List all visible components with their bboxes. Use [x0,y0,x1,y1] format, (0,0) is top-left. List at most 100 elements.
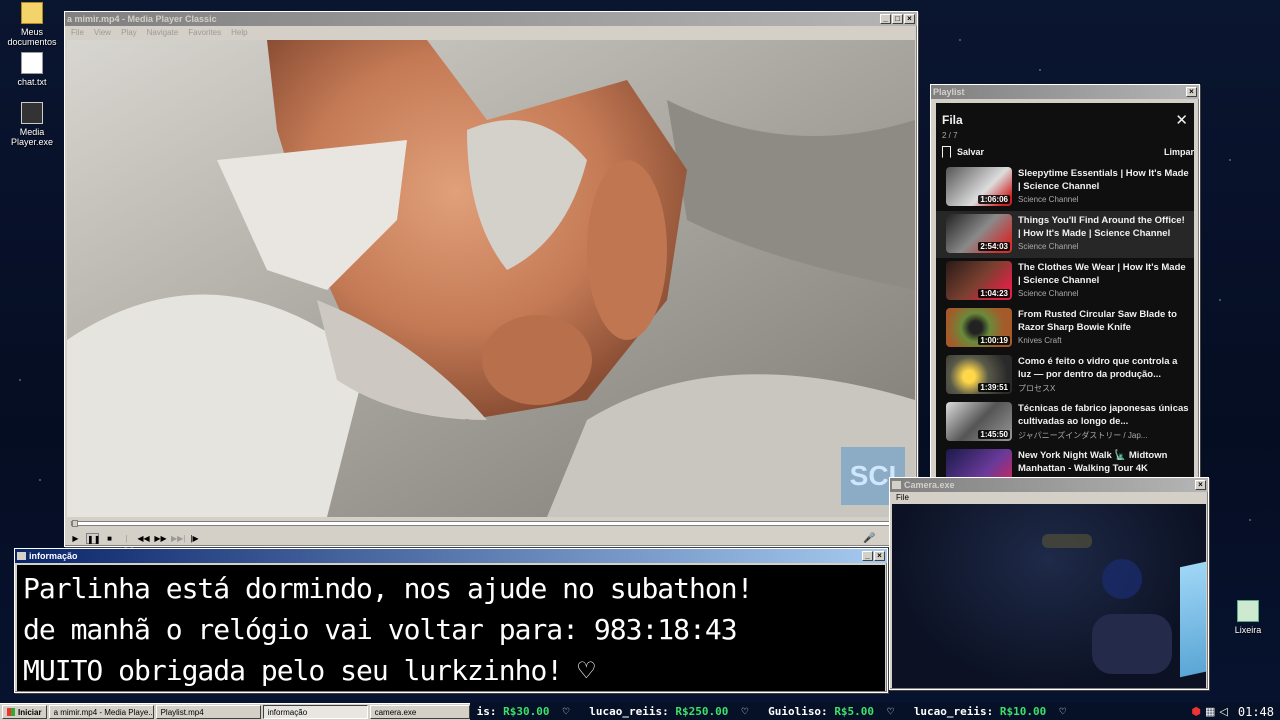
ticker-item: Guioliso: R$5.00 ♡ [768,705,914,718]
stop-icon[interactable]: ■ [103,533,116,544]
playlist-window: Playlist × Fila ✕ 2 / 7 Salvar Limpar 1:… [930,84,1200,482]
desktop-icon-recycle-bin[interactable]: Lixeira [1216,600,1280,635]
camera-window: Camera.exe × File [889,477,1209,690]
desktop-icon-label: Media Player.exe [10,127,54,147]
desktop-icon-label: Lixeira [1234,625,1262,635]
queue-panel: Fila ✕ 2 / 7 Salvar Limpar 1:06:06 Sleep… [936,103,1194,481]
pause-icon[interactable]: ❚❚ [86,533,100,544]
channel-name: Science Channel [1018,242,1079,251]
camera-titlebar[interactable]: Camera.exe × [890,478,1208,492]
seek-bar[interactable] [71,520,913,527]
ticker-item: lucao_reiis: R$10.00 ♡ [913,705,1067,718]
ticker-item: is: R$30.00 ♡ [476,705,590,718]
skip-back-icon[interactable]: |◀◀ [120,533,133,554]
list-item-current[interactable]: 2:54:03 Things You'll Find Around the Of… [936,211,1194,258]
close-button[interactable]: × [874,551,885,561]
minimize-button[interactable]: _ [862,551,873,561]
info-line-status: Parlinha está dormindo, nos ajude no sub… [23,572,753,605]
taskbar-item-playlist[interactable]: Playlist.mp4 [155,705,261,719]
info-line-thanks: MUITO obrigada pelo seu lurkzinho! ♡ [23,654,595,687]
video-title: Things You'll Find Around the Office! | … [1018,215,1185,239]
list-item[interactable]: New York Night Walk 🗽 Midtown Manhattan … [936,446,1194,481]
taskbar-item-camera[interactable]: camera.exe [369,705,470,719]
menu-view[interactable]: View [94,28,111,37]
duration-badge: 1:39:51 [978,383,1010,392]
list-item[interactable]: 1:00:19 From Rusted Circular Saw Blade t… [936,305,1194,352]
info-line-timer: de manhã o relógio vai voltar para: 983:… [23,613,738,646]
desktop-icon-documents[interactable]: Meus documentos [0,2,64,47]
channel-name: ジャパニーズインダストリー / Jap... [1018,431,1148,440]
playback-controls: ▶ ❚❚ ■ |◀◀ ◀◀ ▶▶ ▶▶| |▶ [69,533,201,554]
camera-feed [892,504,1206,688]
menu-favorites[interactable]: Favorites [188,28,221,37]
video-thumbnail: 1:00:19 [946,308,1012,347]
taskbar-item-media-player[interactable]: a mimir.mp4 - Media Playe... [48,705,154,719]
start-button[interactable]: Iniciar [2,705,47,719]
list-item[interactable]: 1:04:23 The Clothes We Wear | How It's M… [936,258,1194,305]
menu-help[interactable]: Help [231,28,247,37]
close-button[interactable]: × [1186,87,1197,97]
window-title: informação [29,551,78,561]
window-title: Camera.exe [904,480,955,490]
desktop-icon-media-player[interactable]: Media Player.exe [0,102,64,147]
frame-step-icon[interactable]: |▶ [188,533,201,544]
duration-badge: 2:54:03 [978,242,1010,251]
video-frame[interactable]: SCI [67,40,915,517]
menu-file[interactable]: File [71,28,84,37]
video-title: From Rusted Circular Saw Blade to Razor … [1018,309,1177,333]
desktop-icon-label: chat.txt [17,77,47,87]
close-button[interactable]: × [904,14,915,24]
video-thumbnail: 1:06:06 [946,167,1012,206]
network-icon[interactable]: ▦ [1205,705,1215,718]
close-button[interactable]: × [1195,480,1206,490]
window-title: Playlist [933,87,965,97]
media-player-titlebar[interactable]: a mimir.mp4 - Media Player Classic _ □ × [65,12,917,26]
channel-name: Science Channel [1018,289,1079,298]
duration-badge: 1:06:06 [978,195,1010,204]
shield-icon[interactable]: ⬢ [1191,705,1201,718]
info-titlebar[interactable]: informação _ × [15,549,887,563]
video-thumbnail: 1:45:50 [946,402,1012,441]
windows-logo-icon [7,708,15,716]
list-item[interactable]: 1:45:50 Técnicas de fabrico japonesas ún… [936,399,1194,446]
close-icon[interactable]: ✕ [1175,111,1188,129]
desktop-icon-label: Meus documentos [7,27,57,47]
video-title: Como é feito o vidro que controla a luz … [1018,356,1178,380]
menu-navigate[interactable]: Navigate [147,28,179,37]
volume-icon[interactable]: ◁ [1219,705,1227,718]
channel-name: プロセスX [1018,384,1056,393]
list-item[interactable]: 1:06:06 Sleepytime Essentials | How It's… [936,164,1194,211]
video-title: Sleepytime Essentials | How It's Made | … [1018,168,1189,192]
queue-position: 2 / 7 [942,131,958,140]
seek-thumb[interactable] [72,520,78,527]
app-icon [17,552,26,560]
duration-badge: 1:00:19 [978,336,1010,345]
donation-ticker: is: R$30.00 ♡ lucao_reiis: R$250.00 ♡ Gu… [470,703,1160,720]
skip-forward-icon[interactable]: ▶▶| [171,533,185,544]
duration-badge: 1:45:50 [978,430,1010,439]
system-tray: ⬢ ▦ ◁ 01:48 [1160,703,1280,720]
queue-list: 1:06:06 Sleepytime Essentials | How It's… [936,164,1194,481]
playlist-titlebar[interactable]: Playlist × [931,85,1199,99]
menu-file[interactable]: File [890,492,1208,503]
ticker-item: lucao_reiis: R$250.00 ♡ [589,705,769,718]
taskbar-item-info[interactable]: informação [262,705,368,719]
bookmark-icon [942,146,951,158]
video-thumbnail: 1:04:23 [946,261,1012,300]
fast-forward-icon[interactable]: ▶▶ [154,533,167,544]
volume-icon[interactable]: 🎤 [863,533,875,544]
maximize-button[interactable]: □ [892,14,903,24]
channel-name: Knives Craft [1018,336,1062,345]
minimize-button[interactable]: _ [880,14,891,24]
list-item[interactable]: 1:39:51 Como é feito o vidro que control… [936,352,1194,399]
save-button[interactable]: Salvar [942,146,984,158]
queue-heading: Fila [942,113,963,127]
app-icon [892,481,901,489]
clear-button[interactable]: Limpar [1164,147,1194,157]
desktop-icon-chat[interactable]: chat.txt [0,52,64,87]
play-icon[interactable]: ▶ [69,533,82,544]
rewind-icon[interactable]: ◀◀ [137,533,150,544]
clock: 01:48 [1237,704,1274,719]
menu-play[interactable]: Play [121,28,137,37]
window-title: a mimir.mp4 - Media Player Classic [67,14,217,24]
